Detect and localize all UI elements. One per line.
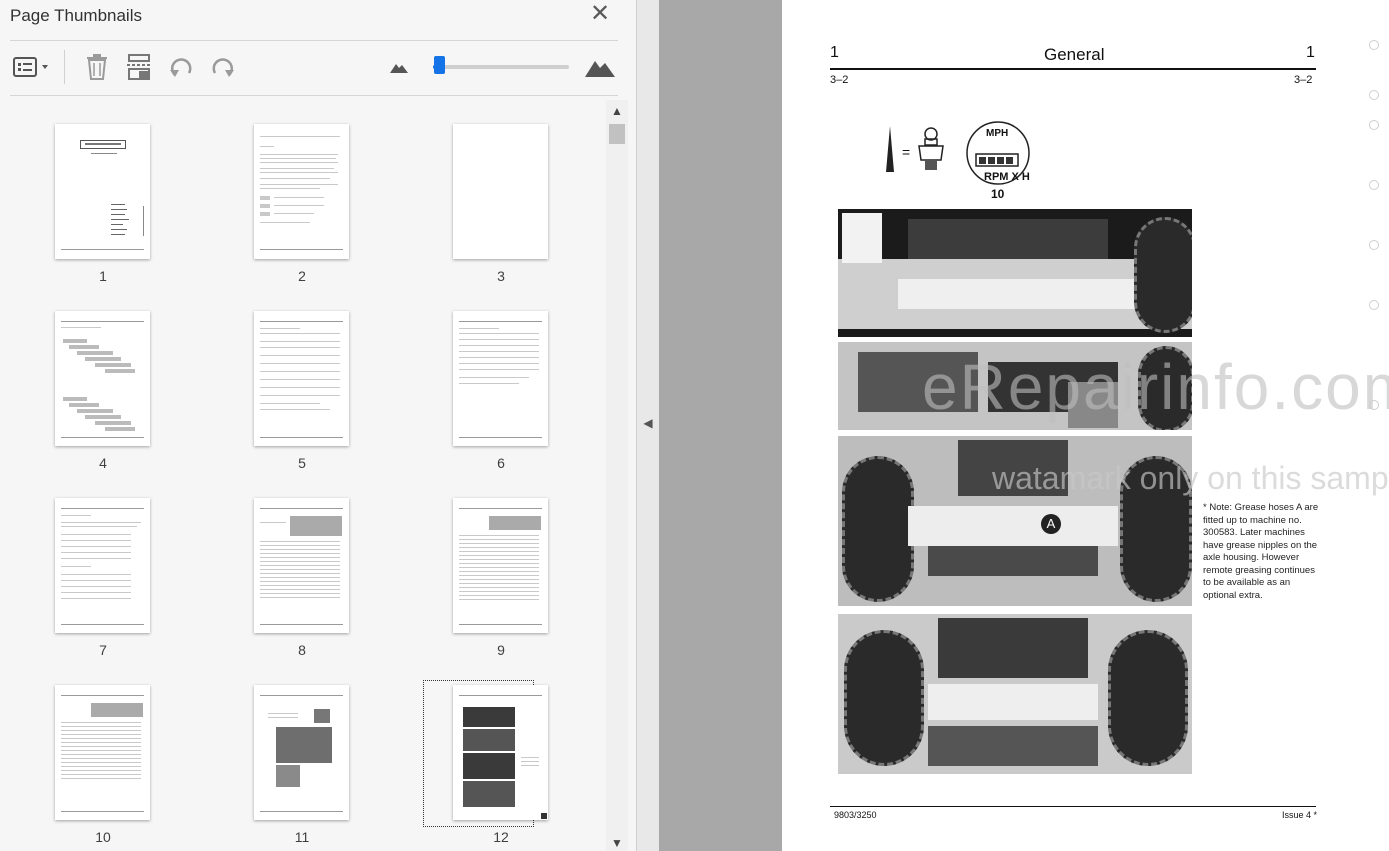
thumbnail-page-3[interactable]: 3 xyxy=(431,124,571,294)
watermark-text: eRepairinfo.com xyxy=(922,351,1389,423)
gauge-label-top: MPH xyxy=(986,128,1009,139)
binding-hole-icon xyxy=(1369,40,1379,50)
page-thumbnail-image xyxy=(55,124,150,259)
page-thumbnails-panel: Page Thumbnails ✕ 1 2 3 4 5 6 7 8 9 10 1… xyxy=(0,0,636,851)
options-menu-icon xyxy=(13,57,48,77)
page-number: 2 xyxy=(298,268,306,284)
divider xyxy=(10,40,618,41)
rotate-clockwise-icon xyxy=(212,58,234,77)
thumbnail-page-11[interactable]: 11 xyxy=(232,685,372,851)
page-number: 4 xyxy=(99,455,107,471)
page-thumbnail-image xyxy=(453,498,548,633)
grease-hoses-note: * Note: Grease hoses A are fitted up to … xyxy=(1203,502,1319,601)
page-number: 1 xyxy=(99,268,107,284)
page-number: 3 xyxy=(497,268,505,284)
rotate-clockwise-button[interactable] xyxy=(206,50,240,84)
large-mountain-icon xyxy=(585,61,615,77)
thumbnail-size-slider[interactable] xyxy=(433,65,569,69)
divider xyxy=(10,95,618,96)
panel-title: Page Thumbnails xyxy=(10,6,142,25)
binding-hole-icon xyxy=(1369,400,1379,410)
footer-issue: Issue 4 * xyxy=(1282,810,1318,820)
grease-point-symbol-icon xyxy=(886,126,894,172)
scrollbar-thumb[interactable] xyxy=(609,124,625,144)
document-view: 1 General 1 3–2 3–2 = MPH RPM X H 10 A *… xyxy=(659,0,1389,851)
axle-photo-4 xyxy=(838,614,1192,774)
axle-photo-1 xyxy=(838,209,1192,337)
delete-pages-button[interactable] xyxy=(80,50,114,84)
footer-rule xyxy=(830,806,1316,807)
callout-a-marker: A xyxy=(1041,514,1061,534)
page-number: 5 xyxy=(298,455,306,471)
page-number: 10 xyxy=(95,829,111,845)
binding-hole-icon xyxy=(1369,240,1379,250)
thumbnail-grid: 1 2 3 4 5 6 7 8 9 10 11 12 xyxy=(0,100,606,851)
page-ref-left: 3–2 xyxy=(830,74,849,86)
collapse-panel-icon[interactable]: ◀ xyxy=(642,416,654,434)
page-thumbnail-image xyxy=(55,498,150,633)
gauge-label-bottom: RPM X H xyxy=(984,171,1030,183)
page-thumbnail-image xyxy=(254,685,349,820)
toolbar-separator xyxy=(64,50,65,84)
thumbnail-page-5[interactable]: 5 xyxy=(232,311,372,481)
binding-hole-icon xyxy=(1369,300,1379,310)
page-thumbnail-image xyxy=(453,311,548,446)
document-page: 1 General 1 3–2 3–2 = MPH RPM X H 10 A *… xyxy=(782,0,1389,851)
thumbnail-page-12[interactable]: 12 xyxy=(423,680,571,851)
thumbnail-page-7[interactable]: 7 xyxy=(33,498,173,668)
page-thumbnail-image xyxy=(55,685,150,820)
page-thumbnail-image xyxy=(254,124,349,259)
page-number: 8 xyxy=(298,642,306,658)
footer-document-number: 9803/3250 xyxy=(834,810,877,820)
page-ref-right: 3–2 xyxy=(1294,74,1313,86)
rotate-counterclockwise-icon xyxy=(170,58,192,77)
binding-hole-icon xyxy=(1369,90,1379,100)
page-number: 12 xyxy=(493,829,509,845)
header-title: General xyxy=(1044,45,1105,64)
page-thumbnail-image xyxy=(55,311,150,446)
options-menu-button[interactable] xyxy=(10,50,54,84)
page-number: 9 xyxy=(497,642,505,658)
scroll-up-arrow-icon[interactable]: ▲ xyxy=(606,102,628,120)
thumbnail-page-6[interactable]: 6 xyxy=(431,311,571,481)
header-section-number-right: 1 xyxy=(1306,44,1315,61)
header-section-number: 1 xyxy=(830,44,839,61)
small-mountain-icon xyxy=(390,64,408,73)
watermark-subtext: watamark only on this sample xyxy=(992,460,1389,496)
thumbnail-page-10[interactable]: 10 xyxy=(33,685,173,851)
zoom-out-thumbnails-button[interactable] xyxy=(386,50,412,84)
header-rule xyxy=(830,68,1316,70)
thumbnail-page-8[interactable]: 8 xyxy=(232,498,372,668)
scroll-down-arrow-icon[interactable]: ▼ xyxy=(606,835,628,851)
figure-number: 10 xyxy=(991,187,1005,201)
zoom-in-thumbnails-button[interactable] xyxy=(582,50,618,84)
thumbnail-page-1[interactable]: 1 xyxy=(33,124,173,294)
equals-sign: = xyxy=(902,144,911,160)
thumbnail-scrollbar[interactable]: ▲ ▼ xyxy=(606,100,628,851)
slider-handle[interactable] xyxy=(434,56,445,74)
thumbnail-page-4[interactable]: 4 xyxy=(33,311,173,481)
page-number: 6 xyxy=(497,455,505,471)
grease-nipple-icon xyxy=(918,127,944,170)
insert-pages-icon xyxy=(127,54,151,80)
page-thumbnail-image xyxy=(453,685,548,820)
page-number: 11 xyxy=(294,829,310,845)
panel-splitter[interactable]: ◀ xyxy=(636,0,659,851)
page-thumbnail-image xyxy=(254,498,349,633)
rotate-counterclockwise-button[interactable] xyxy=(164,50,198,84)
binding-hole-icon xyxy=(1369,180,1379,190)
thumbnail-page-9[interactable]: 9 xyxy=(431,498,571,668)
thumbnail-page-2[interactable]: 2 xyxy=(232,124,372,294)
insert-pages-button[interactable] xyxy=(122,50,156,84)
page-thumbnail-image xyxy=(254,311,349,446)
page-number: 7 xyxy=(99,642,107,658)
close-panel-button[interactable]: ✕ xyxy=(586,2,614,26)
trash-icon xyxy=(87,54,107,80)
binding-hole-icon xyxy=(1369,120,1379,130)
page-thumbnail-image xyxy=(453,124,548,259)
